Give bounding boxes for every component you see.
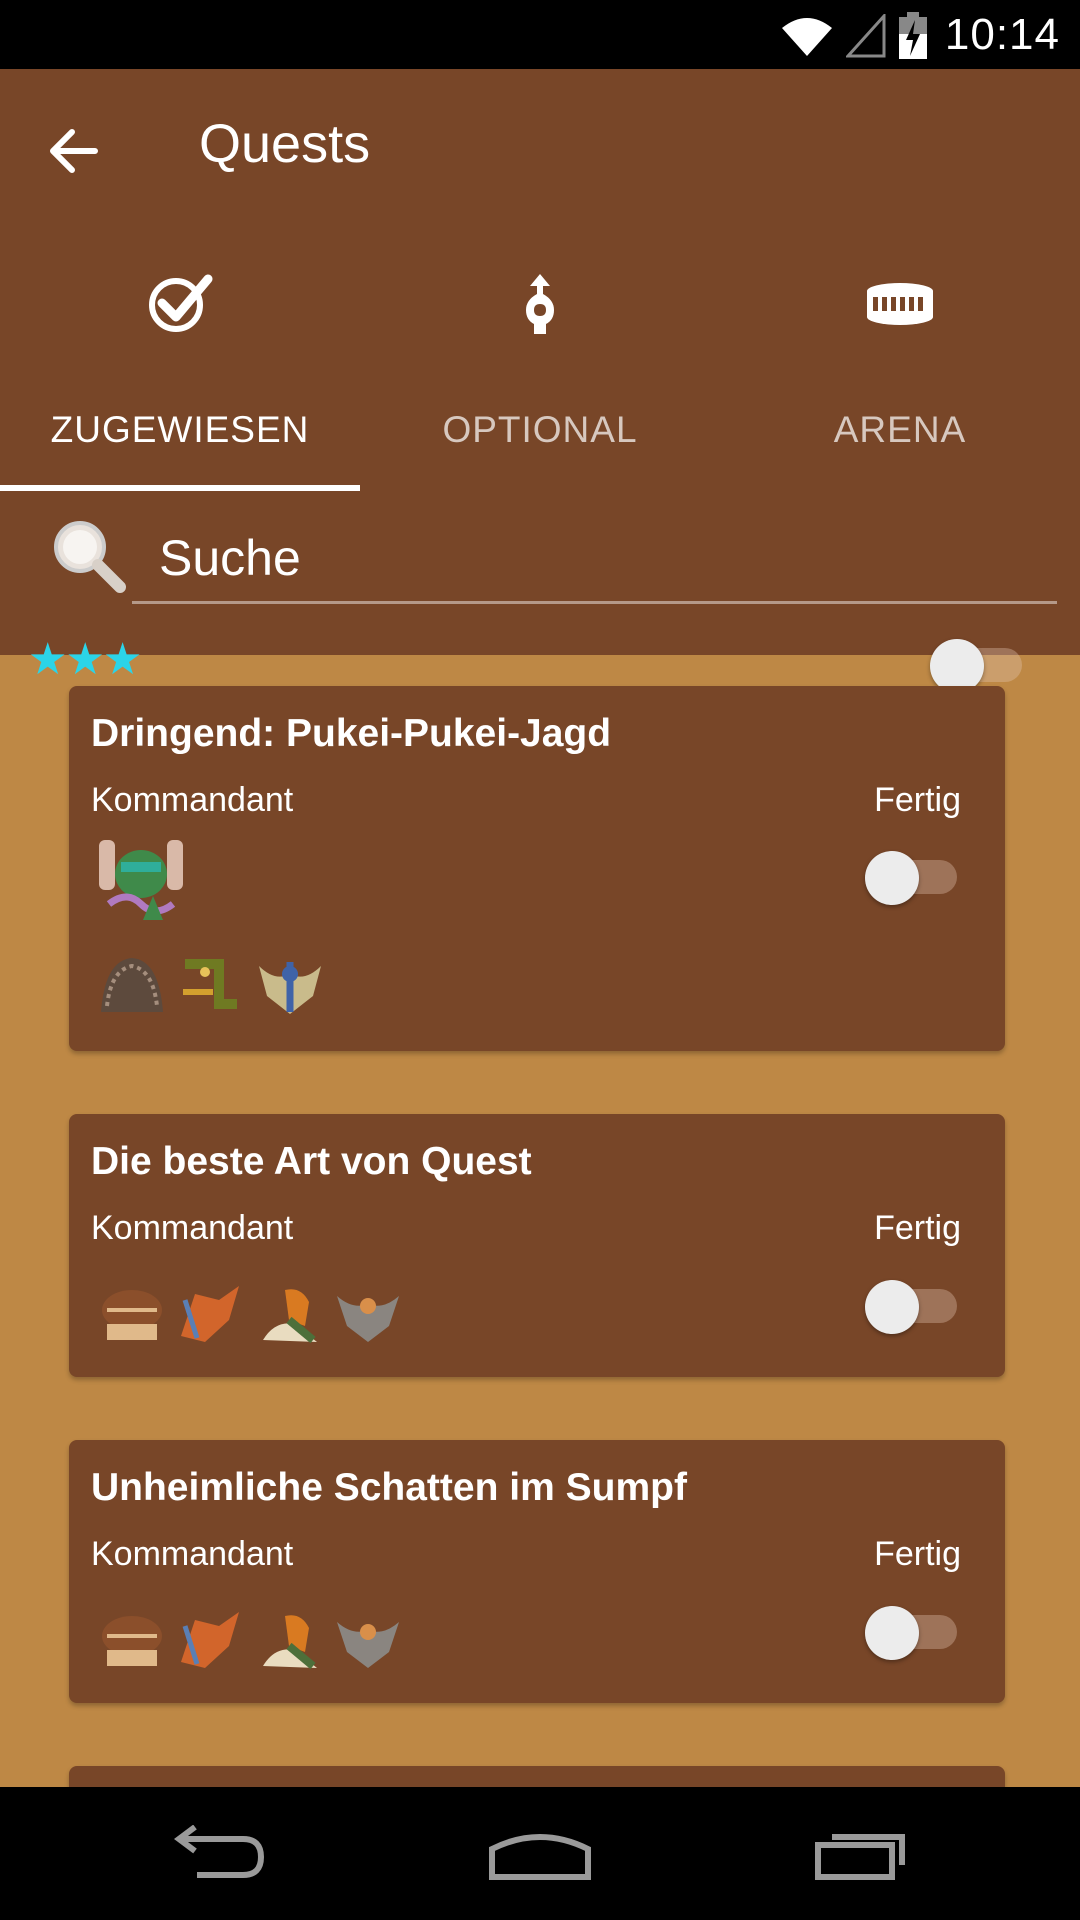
monster-icon-lizard <box>181 1612 239 1668</box>
clock: 10:14 <box>944 10 1060 59</box>
quest-giver: Kommandant <box>91 1535 294 1573</box>
page-title: Quests <box>199 114 371 174</box>
done-label: Fertig <box>874 1535 961 1573</box>
monster-icon-bird <box>337 1622 399 1668</box>
toggle-thumb <box>865 1606 919 1660</box>
nav-recents-button[interactable] <box>802 1813 922 1893</box>
status-icons <box>780 12 928 60</box>
toggle-thumb <box>865 851 919 905</box>
signal-icon <box>846 14 886 58</box>
quest-giver: Kommandant <box>91 781 294 819</box>
tab-label: ARENA <box>833 409 967 450</box>
tab-label: ZUGEWIESEN <box>50 409 310 450</box>
monster-icon-2 <box>183 959 237 1009</box>
magnifier-icon <box>54 521 126 593</box>
nav-back-button[interactable] <box>159 1813 279 1893</box>
battery-charging-icon <box>899 12 927 59</box>
monster-icon-lizard <box>181 1286 239 1342</box>
monster-icon-bird <box>337 1296 399 1342</box>
nav-home-button[interactable] <box>480 1813 600 1893</box>
monster-icon-turtle <box>102 1616 162 1666</box>
done-label: Fertig <box>874 1209 961 1247</box>
arrow-left-icon <box>50 129 98 173</box>
quest-list[interactable]: Dringend: Pukei-Pukei-Jagd Kommandant Fe… <box>0 655 1080 1787</box>
recents-icon <box>815 1834 905 1880</box>
quest-giver: Kommandant <box>91 1209 294 1247</box>
quest-card[interactable]: Unheimliche Schatten im Sumpf Kommandant… <box>69 1440 1005 1703</box>
pukei-pukei-icon <box>99 840 183 920</box>
done-toggle[interactable] <box>865 1598 961 1660</box>
tab-indicator <box>0 485 360 491</box>
monster-icon-turtle <box>102 1290 162 1340</box>
wifi-icon <box>782 18 832 56</box>
monster-icon-wyvern <box>263 1289 317 1344</box>
monster-icon-3 <box>259 962 321 1014</box>
toggle-thumb <box>865 1280 919 1334</box>
quest-title: Dringend: Pukei-Pukei-Jagd <box>91 712 612 755</box>
app-bar: Quests ZUGEWIESEN OPTIONAL ARENA Suche ★… <box>0 69 1080 693</box>
status-bar: 10:14 <box>0 0 1080 69</box>
done-toggle[interactable] <box>865 843 961 905</box>
tab-label: OPTIONAL <box>442 409 638 450</box>
tab-zugewiesen[interactable]: ZUGEWIESEN <box>0 244 360 450</box>
quest-card[interactable]: Dringend: Pukei-Pukei-Jagd Kommandant Fe… <box>69 686 1005 1051</box>
quest-card[interactable] <box>69 1766 1005 1787</box>
screen: 10:14 Quests ZUGEWIESEN OPTIONAL ARENA S… <box>0 0 1080 1920</box>
quest-card[interactable]: Die beste Art von Quest Kommandant Ferti… <box>69 1114 1005 1377</box>
tab-arena[interactable]: ARENA <box>720 244 1080 450</box>
tab-optional[interactable]: OPTIONAL <box>360 244 720 450</box>
done-toggle[interactable] <box>865 1272 961 1334</box>
back-icon <box>174 1825 265 1878</box>
search-underline <box>132 601 1057 604</box>
search-input[interactable]: Suche <box>159 529 301 587</box>
back-button[interactable] <box>42 119 106 183</box>
done-label: Fertig <box>874 781 961 819</box>
monster-icon-1 <box>101 958 163 1012</box>
navigation-bar <box>0 1787 1080 1920</box>
monster-icon-wyvern <box>263 1615 317 1670</box>
quest-title: Unheimliche Schatten im Sumpf <box>91 1466 687 1509</box>
search-bar: Suche <box>0 509 1080 609</box>
home-icon <box>489 1834 591 1880</box>
tab-bar: ZUGEWIESEN OPTIONAL ARENA <box>0 244 1080 450</box>
quest-title: Die beste Art von Quest <box>91 1140 532 1183</box>
